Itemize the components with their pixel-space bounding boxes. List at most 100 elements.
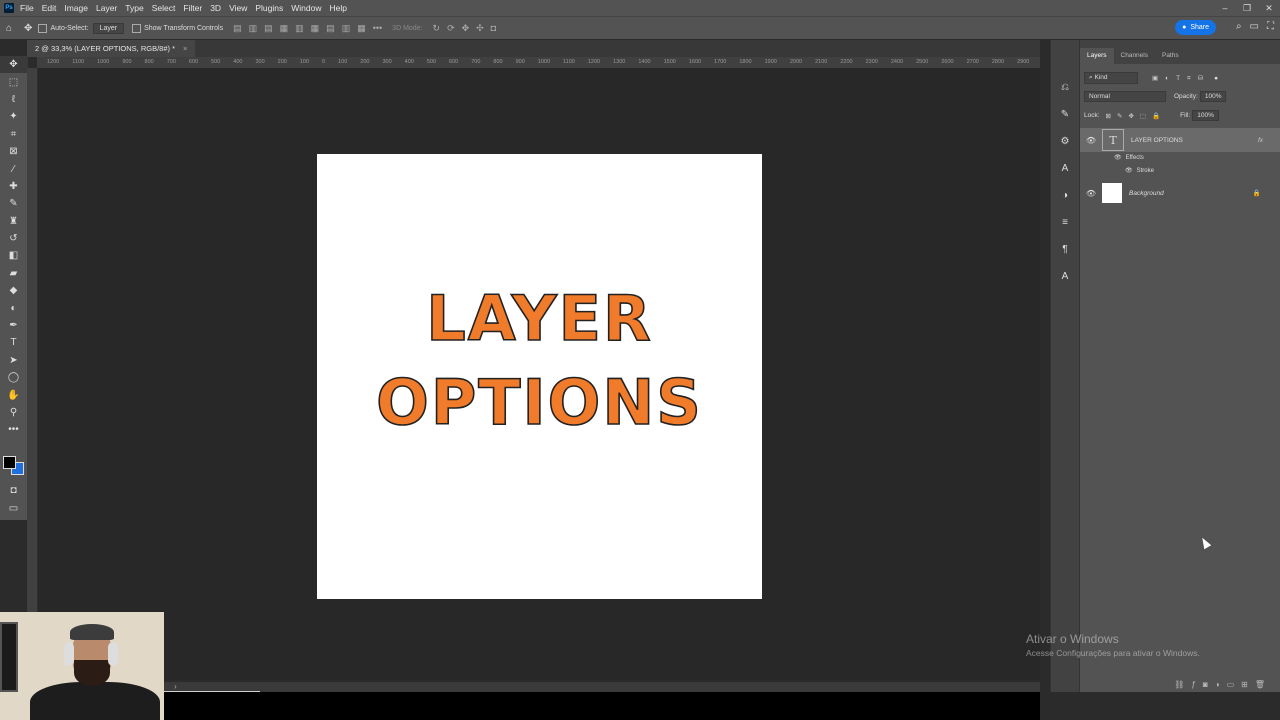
fx-icon[interactable]: fx	[1258, 137, 1263, 144]
foreground-color-swatch[interactable]	[3, 456, 16, 469]
scroll-arrow-icon[interactable]: ›	[174, 682, 177, 691]
workspace-icon[interactable]: ▭	[1250, 21, 1259, 32]
align-top-icon[interactable]: ▦	[280, 23, 289, 34]
menu-help[interactable]: Help	[329, 3, 346, 13]
distribute-horizontal-icon[interactable]: ▥	[342, 23, 351, 34]
home-icon[interactable]: ⌂	[6, 23, 12, 34]
document-tab[interactable]: 2 @ 33,3% (LAYER OPTIONS, RGB/8#) * ×	[27, 40, 196, 57]
pen-tool-icon[interactable]: ✒	[0, 317, 27, 334]
distribute-vertical-icon[interactable]: ▦	[357, 23, 366, 34]
blur-tool-icon[interactable]: ◆	[0, 282, 27, 299]
blend-mode-dropdown[interactable]: Normal	[1084, 91, 1166, 102]
history-icon[interactable]: ⎌	[1054, 74, 1076, 101]
visibility-eye-icon[interactable]: 👁	[1080, 189, 1102, 198]
link-layers-icon[interactable]: ⛓	[1174, 680, 1184, 689]
layer-row-background[interactable]: 👁 Background 🔒	[1080, 181, 1280, 205]
menu-image[interactable]: Image	[64, 3, 88, 13]
3d-pan-icon[interactable]: ✥	[462, 23, 470, 34]
crop-tool-icon[interactable]: ⌗	[0, 126, 27, 143]
horizontal-scrollbar[interactable]: ›	[164, 682, 1040, 693]
3d-orbit-icon[interactable]: ↻	[433, 23, 441, 34]
distribute-icon[interactable]: ▤	[326, 23, 335, 34]
filter-kind-dropdown[interactable]: ⌕ Kind	[1084, 72, 1138, 84]
character-icon[interactable]: A	[1054, 155, 1076, 182]
paragraph-icon[interactable]: ¶	[1054, 236, 1076, 263]
tab-channels[interactable]: Channels	[1114, 48, 1155, 64]
stroke-eye-icon[interactable]: 👁	[1125, 167, 1133, 174]
menu-view[interactable]: View	[229, 3, 247, 13]
menu-3d[interactable]: 3D	[210, 3, 221, 13]
menu-plugins[interactable]: Plugins	[255, 3, 283, 13]
move-tool-icon[interactable]: ✥	[0, 56, 27, 74]
shape-tool-icon[interactable]: ◯	[0, 369, 27, 386]
zoom-tool-icon[interactable]: ⚲	[0, 404, 27, 421]
minimize-icon[interactable]: –	[1214, 0, 1236, 16]
close-tab-icon[interactable]: ×	[183, 44, 187, 53]
lock-icon[interactable]: 🔒	[1253, 189, 1261, 197]
tab-layers[interactable]: Layers	[1080, 48, 1114, 64]
menu-type[interactable]: Type	[125, 3, 143, 13]
menu-edit[interactable]: Edit	[42, 3, 57, 13]
glyphs-icon[interactable]: A	[1054, 263, 1076, 290]
3d-camera-icon[interactable]: ◘	[491, 23, 496, 34]
path-select-icon[interactable]: ➤	[0, 352, 27, 369]
lasso-tool-icon[interactable]: ℓ	[0, 91, 27, 108]
delete-layer-icon[interactable]: 🗑	[1255, 680, 1265, 689]
align-middle-icon[interactable]: ▥	[295, 23, 304, 34]
menu-file[interactable]: File	[20, 3, 34, 13]
more-options-icon[interactable]: •••	[373, 23, 382, 34]
hand-tool-icon[interactable]: ✋	[0, 386, 27, 403]
align-right-icon[interactable]: ▤	[264, 23, 273, 34]
auto-select-checkbox[interactable]	[38, 23, 48, 33]
eraser-icon[interactable]: ◧	[0, 247, 27, 264]
share-button[interactable]: ● Share	[1175, 20, 1216, 35]
menu-window[interactable]: Window	[291, 3, 321, 13]
3d-slide-icon[interactable]: ✣	[476, 23, 484, 34]
opacity-value[interactable]: 100%	[1199, 91, 1227, 102]
lock-icons[interactable]: ⊠✎✥⬚🔒	[1106, 112, 1167, 120]
frame-tool-icon[interactable]: ⊠	[0, 143, 27, 160]
magic-wand-icon[interactable]: ✦	[0, 108, 27, 125]
add-mask-icon[interactable]: ◙	[1203, 680, 1208, 689]
document-canvas[interactable]: LAYER OPTIONS	[317, 154, 762, 599]
transform-controls-checkbox[interactable]	[132, 23, 142, 33]
fill-value[interactable]: 100%	[1192, 110, 1219, 121]
align-bottom-icon[interactable]: ▦	[311, 23, 320, 34]
more-tools-icon[interactable]: •••	[0, 421, 27, 438]
properties-icon[interactable]: ⚙	[1054, 128, 1076, 155]
healing-brush-icon[interactable]: ✚	[0, 178, 27, 195]
effects-eye-icon[interactable]: 👁	[1114, 154, 1122, 161]
new-layer-icon[interactable]: ⊞	[1241, 680, 1248, 689]
restore-icon[interactable]: ❐	[1236, 0, 1258, 16]
filter-toggle-icon[interactable]: ●	[1214, 75, 1218, 82]
menu-layer[interactable]: Layer	[96, 3, 117, 13]
screen-mode-icon[interactable]: ▭	[0, 499, 27, 516]
new-group-icon[interactable]: ▭	[1227, 680, 1235, 689]
align-left-icon[interactable]: ▤	[233, 23, 242, 34]
visibility-eye-icon[interactable]: 👁	[1080, 136, 1102, 145]
close-icon[interactable]: ✕	[1258, 0, 1280, 16]
history-brush-icon[interactable]: ↺	[0, 230, 27, 247]
search-icon[interactable]: ⌕	[1236, 21, 1242, 32]
adjustments-icon[interactable]: ◑	[1054, 182, 1076, 209]
marquee-tool-icon[interactable]: ⬚	[0, 73, 27, 90]
eyedropper-icon[interactable]: ⁄	[0, 160, 27, 177]
type-tool-icon[interactable]: T	[0, 334, 27, 351]
libraries-icon[interactable]: ≡	[1054, 209, 1076, 236]
menu-select[interactable]: Select	[152, 3, 176, 13]
adjustment-layer-icon[interactable]: ◑	[1215, 680, 1220, 689]
brush-settings-icon[interactable]: ✎	[1054, 101, 1076, 128]
dodge-tool-icon[interactable]: ◐	[0, 299, 27, 316]
menu-filter[interactable]: Filter	[183, 3, 202, 13]
brush-tool-icon[interactable]: ✎	[0, 195, 27, 212]
add-style-icon[interactable]: ƒ	[1191, 680, 1195, 689]
auto-select-dropdown[interactable]: Layer	[92, 22, 125, 34]
gradient-icon[interactable]: ▰	[0, 265, 27, 282]
layer-row-text[interactable]: 👁 T LAYER OPTIONS fx	[1080, 128, 1280, 152]
3d-roll-icon[interactable]: ⟳	[447, 23, 455, 34]
filter-icons[interactable]: ▣◐T⌗⛁	[1152, 74, 1210, 83]
stroke-row[interactable]: 👁 Stroke	[1125, 167, 1154, 175]
stamp-tool-icon[interactable]: ♜	[0, 213, 27, 230]
expand-icon[interactable]: ⛶	[1267, 21, 1274, 32]
move-tool-icon[interactable]: ✥	[24, 23, 32, 34]
